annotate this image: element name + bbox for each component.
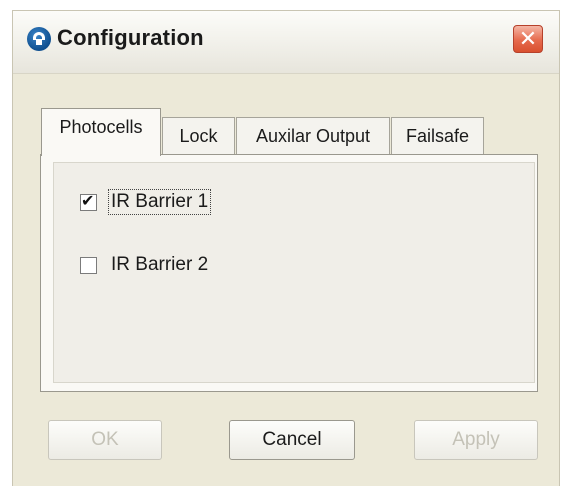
cancel-button[interactable]: Cancel bbox=[229, 420, 355, 460]
tab-failsafe[interactable]: Failsafe bbox=[391, 117, 484, 155]
app-logo-icon bbox=[27, 27, 51, 51]
ir-barrier-1-option[interactable]: IR Barrier 1 bbox=[80, 189, 212, 215]
ir-barrier-2-checkbox[interactable] bbox=[80, 256, 97, 274]
close-button[interactable]: ✕ bbox=[513, 25, 543, 53]
tab-lock[interactable]: Lock bbox=[162, 117, 235, 155]
close-icon: ✕ bbox=[518, 26, 538, 51]
tab-photocells[interactable]: Photocells bbox=[41, 108, 161, 156]
ir-barrier-1-label[interactable]: IR Barrier 1 bbox=[107, 189, 212, 215]
tab-auxilar-output[interactable]: Auxilar Output bbox=[236, 117, 390, 155]
ok-button[interactable]: OK bbox=[48, 420, 162, 460]
window-title: Configuration bbox=[57, 25, 204, 50]
ir-barrier-2-label[interactable]: IR Barrier 2 bbox=[109, 253, 210, 277]
apply-button[interactable]: Apply bbox=[414, 420, 538, 460]
ir-barrier-2-option[interactable]: IR Barrier 2 bbox=[80, 252, 210, 278]
ir-barrier-1-checkbox[interactable] bbox=[80, 191, 97, 211]
title-bar[interactable]: Configuration ✕ bbox=[13, 11, 559, 74]
